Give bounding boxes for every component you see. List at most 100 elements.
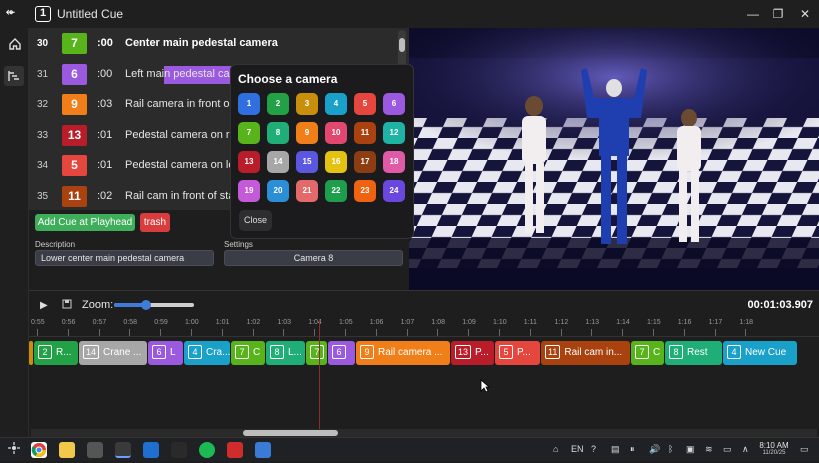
volume-icon[interactable]: 🔊: [649, 444, 660, 455]
bluetooth-icon[interactable]: ᛒ: [668, 444, 673, 454]
camera-icon[interactable]: ▣: [686, 444, 695, 455]
notification-icon[interactable]: ▭: [800, 444, 809, 455]
camera-option[interactable]: 2: [267, 93, 289, 115]
timeline-ruler[interactable]: 0:55 0:56 0:57 0:58 0:59 1:00 1:01 1:02 1:03 1:04…: [29, 319, 819, 337]
clock[interactable]: 8:10 AM 11/20/25: [756, 441, 792, 456]
camera-option[interactable]: 17: [354, 151, 376, 173]
timeline-clip[interactable]: 8 Rest: [665, 341, 722, 365]
timeline-clip[interactable]: 7C: [631, 341, 664, 365]
app-icon[interactable]: [115, 442, 131, 458]
camera-badge[interactable]: 6: [62, 63, 87, 85]
camera-badge[interactable]: 9: [62, 94, 87, 115]
zoom-slider[interactable]: [114, 300, 194, 310]
camera-option[interactable]: 7: [238, 122, 260, 144]
camera-option[interactable]: 6: [383, 93, 405, 115]
timeline-track[interactable]: 2 R... 14 Crane ... 6 L 4 Cra... 7 C 8 L... 7 6 9 Rail …: [29, 337, 819, 429]
timeline-clip[interactable]: 11 Rail cam in...: [541, 341, 630, 365]
camera-option[interactable]: 23: [354, 180, 376, 202]
camera-option[interactable]: 9: [296, 122, 318, 144]
pause-icon[interactable]: ⏸: [630, 444, 635, 455]
timeline-scrollbar[interactable]: [31, 429, 817, 437]
help-icon[interactable]: ?: [591, 444, 596, 454]
cue-description: Left main pedestal ca: [125, 67, 230, 80]
calculator-icon[interactable]: [87, 442, 103, 458]
playhead[interactable]: [319, 319, 320, 429]
terminal-icon[interactable]: [171, 442, 187, 458]
minimize-button[interactable]: —: [744, 6, 762, 22]
timeline-clip[interactable]: 4 New Cue: [723, 341, 797, 365]
battery-icon[interactable]: ▭: [723, 444, 732, 455]
restore-button[interactable]: ❐: [769, 6, 787, 22]
camera-option[interactable]: 5: [354, 93, 376, 115]
wifi-icon[interactable]: ≋: [705, 444, 713, 455]
cue-row[interactable]: 30 7:00 Center main pedestal camera: [29, 28, 399, 59]
store-icon[interactable]: [143, 442, 159, 458]
camera-option[interactable]: 21: [296, 180, 318, 202]
camera-option[interactable]: 22: [325, 180, 347, 202]
zoom-label: Zoom:: [82, 299, 114, 311]
timeline-icon[interactable]: [4, 66, 24, 86]
zoom-slider-knob[interactable]: [141, 300, 151, 310]
camera-picker-popup: Choose a camera 1 2 3 4 5 6 7 8 9 10 11 12 13 14 15 16 1…: [230, 64, 414, 239]
ruler-tick-label: 1:05: [339, 319, 353, 326]
camera-option[interactable]: 18: [383, 151, 405, 173]
camera-option[interactable]: 10: [325, 122, 347, 144]
settings-field[interactable]: Camera 8: [224, 250, 403, 266]
monitor-icon[interactable]: [255, 442, 271, 458]
language-indicator[interactable]: EN: [571, 444, 584, 454]
cue-number: 32: [37, 99, 49, 110]
camera-option[interactable]: 4: [325, 93, 347, 115]
timeline-clip[interactable]: 8 L...: [266, 341, 305, 365]
camera-option[interactable]: 20: [267, 180, 289, 202]
timeline-clip[interactable]: 4 Cra...: [184, 341, 230, 365]
timeline-clip[interactable]: 5 P...: [495, 341, 540, 365]
home-icon[interactable]: [7, 37, 23, 53]
timeline-clip[interactable]: 2 R...: [34, 341, 78, 365]
tray-icon-1[interactable]: ⌂: [553, 444, 558, 454]
timeline-scrollbar-thumb[interactable]: [243, 430, 338, 436]
ruler-tick: [437, 329, 439, 336]
close-button[interactable]: ✕: [796, 6, 814, 22]
camera-badge[interactable]: 7: [62, 33, 87, 54]
clipboard-icon[interactable]: ▤: [611, 444, 620, 455]
camera-badge[interactable]: 13: [62, 124, 87, 146]
timeline-clip[interactable]: 9 Rail camera ...: [356, 341, 450, 365]
timeline-clip[interactable]: 6L: [148, 341, 183, 365]
camera-option[interactable]: 11: [354, 122, 376, 144]
camera-option[interactable]: 8: [267, 122, 289, 144]
camera-option[interactable]: 15: [296, 151, 318, 173]
clip-camera-number: 7: [310, 345, 324, 360]
timeline-clip[interactable]: 7C: [231, 341, 265, 365]
timeline-clip[interactable]: [29, 341, 33, 365]
camera-option[interactable]: 13: [238, 151, 260, 173]
trash-button[interactable]: trash: [140, 213, 170, 232]
camera-badge[interactable]: 11: [62, 185, 87, 207]
camera-option[interactable]: 3: [296, 93, 318, 115]
chrome-icon[interactable]: [31, 442, 47, 458]
timeline-clip[interactable]: 7: [306, 341, 327, 365]
timeline-clip[interactable]: 13 P...: [451, 341, 494, 365]
play-button[interactable]: ▶: [40, 300, 48, 311]
scrollbar-thumb[interactable]: [399, 38, 405, 52]
timeline-clip[interactable]: 14 Crane ...: [79, 341, 147, 365]
ruler-tick-label: 1:13: [585, 319, 600, 326]
add-cue-button[interactable]: Add Cue at Playhead: [35, 214, 135, 231]
description-field[interactable]: Lower center main pedestal camera: [35, 250, 214, 266]
camera-option[interactable]: 1: [238, 93, 260, 115]
app-red-icon[interactable]: [227, 442, 243, 458]
camera-option[interactable]: 19: [238, 180, 260, 202]
popup-close-button[interactable]: Close: [239, 210, 272, 231]
camera-option[interactable]: 16: [325, 151, 347, 173]
file-explorer-icon[interactable]: [59, 442, 75, 458]
chevron-up-icon[interactable]: ∧: [742, 444, 749, 455]
spotify-icon[interactable]: [199, 442, 215, 458]
camera-badge[interactable]: 5: [62, 155, 87, 176]
timeline-clip[interactable]: 6: [328, 341, 355, 365]
ruler-tick-label: 1:03: [277, 319, 292, 326]
camera-option[interactable]: 14: [267, 151, 289, 173]
camera-option[interactable]: 12: [383, 122, 405, 144]
camera-option[interactable]: 24: [383, 180, 405, 202]
save-icon[interactable]: [62, 299, 72, 312]
widgets-icon[interactable]: [6, 442, 22, 458]
ruler-tick: [468, 329, 470, 336]
